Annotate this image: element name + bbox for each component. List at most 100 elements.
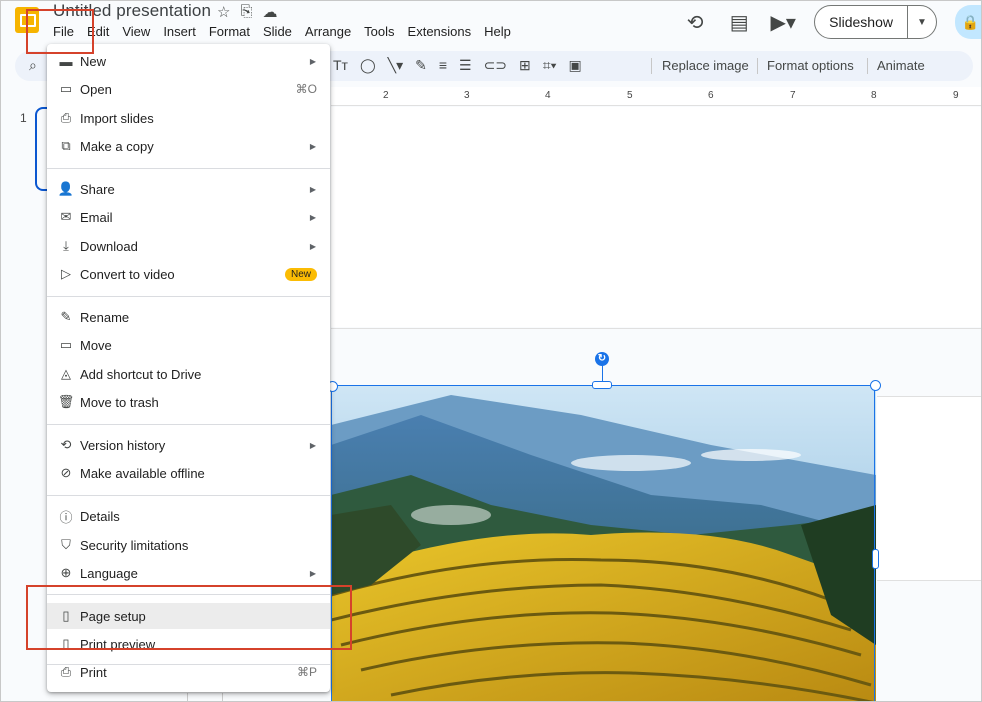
menu-divider — [47, 424, 330, 425]
history-icon[interactable]: ⟲ — [682, 10, 708, 35]
add-comment-icon[interactable]: ⊞ — [519, 57, 531, 74]
star-icon[interactable]: ☆ — [217, 3, 230, 21]
menu-tools[interactable]: Tools — [356, 21, 399, 42]
menu-item-label: Move to trash — [80, 394, 159, 410]
search-menus-icon[interactable]: ⌕ — [29, 57, 37, 74]
replace-image-button[interactable]: Replace image — [662, 58, 749, 73]
menu-item-version-history[interactable]: ⟲ Version history ▶ — [47, 432, 330, 458]
resize-handle-top-right[interactable] — [870, 380, 881, 391]
submenu-arrow-icon: ▶ — [309, 568, 316, 578]
crop-icon[interactable]: ⌗▾ — [543, 57, 557, 74]
email-icon: ✉ — [60, 209, 72, 224]
menu-item-rename[interactable]: ✎ Rename — [47, 304, 330, 330]
new-slides-icon: ▬ — [59, 53, 73, 69]
format-options-button[interactable]: Format options — [767, 58, 854, 73]
menu-item-add-shortcut[interactable]: ◬ Add shortcut to Drive — [47, 361, 330, 387]
menu-item-open[interactable]: ▭ Open ⌘O — [47, 76, 330, 102]
submenu-arrow-icon: ▶ — [309, 184, 316, 194]
download-icon: ⤓ — [63, 238, 69, 253]
ruler-label: 9 — [953, 90, 959, 101]
menu-divider — [47, 168, 330, 169]
toolbar-divider — [757, 58, 758, 74]
menu-item-import-slides[interactable]: ⎙ Import slides — [47, 105, 330, 131]
menu-view[interactable]: View — [114, 21, 155, 42]
toolbar-divider — [867, 58, 868, 74]
border-dash-icon[interactable]: ☰ — [459, 57, 472, 74]
menu-item-language[interactable]: ⊕ Language ▶ — [47, 560, 330, 586]
shortcut-label: ⌘O — [295, 82, 317, 96]
menu-item-label: Download — [80, 238, 138, 254]
menu-item-convert-to-video[interactable]: ▷ Convert to video New — [47, 261, 330, 287]
menu-item-label: Make available offline — [80, 465, 205, 481]
share-lock-icon[interactable]: 🔒 — [955, 5, 981, 39]
offline-icon: ⊘ — [60, 465, 72, 480]
menu-item-share[interactable]: 👤 Share ▶ — [47, 176, 330, 202]
slide-canvas-right[interactable] — [877, 396, 981, 581]
move-to-folder-icon[interactable]: ⎘ — [240, 3, 252, 21]
menu-item-details[interactable]: ⓘ Details — [47, 503, 330, 529]
menu-item-label: Rename — [80, 309, 130, 325]
link-icon[interactable]: ⊂⊃ — [484, 57, 507, 74]
print-icon: ⎙ — [60, 664, 72, 679]
submenu-arrow-icon: ▶ — [309, 241, 316, 251]
rotation-stem — [602, 365, 603, 381]
slide-divider — [331, 328, 981, 329]
menu-item-label: Import slides — [80, 110, 154, 126]
meet-icon[interactable]: ▶▾ — [770, 10, 796, 35]
ruler-label: 8 — [871, 90, 877, 101]
shortcut-label: ⌘P — [296, 665, 317, 679]
menu-item-label: Share — [80, 181, 115, 197]
menu-item-label: Make a copy — [80, 138, 154, 154]
submenu-arrow-icon: ▶ — [309, 212, 316, 222]
ruler-label: 4 — [545, 90, 551, 101]
annotation-box-file-menu — [26, 9, 94, 54]
drive-shortcut-icon: ◬ — [61, 366, 71, 381]
info-icon: ⓘ — [59, 509, 73, 525]
menu-item-label: Convert to video — [80, 266, 175, 282]
menu-insert[interactable]: Insert — [155, 21, 201, 42]
bottom-scroll-stub — [187, 693, 223, 701]
menu-item-print[interactable]: ⎙ Print ⌘P — [47, 659, 330, 685]
menu-item-label: Version history — [80, 437, 166, 453]
menu-item-label: Move — [80, 337, 112, 353]
menu-item-move-to-trash[interactable]: 🗑 Move to trash — [47, 389, 330, 415]
menu-item-make-a-copy[interactable]: ⧉ Make a copy ▶ — [47, 133, 330, 159]
menu-item-make-available-offline[interactable]: ⊘ Make available offline — [47, 460, 330, 486]
submenu-arrow-icon: ▶ — [309, 56, 316, 66]
border-weight-icon[interactable]: ≡ — [439, 57, 447, 74]
slide-canvas[interactable] — [331, 107, 981, 327]
border-color-icon[interactable]: ✎ — [415, 57, 427, 74]
text-box-icon[interactable]: Tт — [333, 57, 348, 74]
rice-terrace-image[interactable] — [331, 385, 876, 701]
horizontal-ruler: 2 3 4 5 6 7 8 9 — [331, 87, 981, 106]
menu-slide[interactable]: Slide — [255, 21, 297, 42]
image-options-icon[interactable]: ▣ — [569, 57, 582, 74]
animate-button[interactable]: Animate — [877, 58, 925, 73]
resize-handle-top[interactable] — [592, 381, 612, 389]
menu-item-label: Open — [80, 81, 112, 97]
shape-icon[interactable]: ◯ — [360, 57, 376, 74]
comments-icon[interactable]: ▤ — [726, 10, 752, 35]
menu-arrange[interactable]: Arrange — [297, 21, 356, 42]
menu-item-move[interactable]: ▭ Move — [47, 332, 330, 358]
ruler-label: 7 — [790, 90, 796, 101]
ruler-label: 2 — [383, 90, 389, 101]
slideshow-button[interactable]: Slideshow — [815, 6, 908, 38]
rotate-handle-icon[interactable]: ↻ — [595, 352, 609, 366]
menu-item-email[interactable]: ✉ Email ▶ — [47, 204, 330, 230]
cloud-status-icon[interactable]: ☁ — [262, 3, 277, 21]
ruler-label: 3 — [464, 90, 470, 101]
menu-extensions[interactable]: Extensions — [400, 21, 477, 42]
menu-help[interactable]: Help — [476, 21, 516, 42]
new-badge: New — [284, 267, 317, 281]
menu-item-label: New — [80, 53, 107, 69]
slideshow-dropdown-icon[interactable]: ▼ — [908, 17, 936, 28]
menu-item-label: Details — [80, 508, 120, 524]
menu-format[interactable]: Format — [201, 21, 255, 42]
resize-handle-right[interactable] — [872, 549, 879, 569]
menu-item-label: Add shortcut to Drive — [80, 366, 202, 382]
menu-item-download[interactable]: ⤓ Download ▶ — [47, 233, 330, 259]
menu-item-label: Email — [80, 209, 113, 225]
line-icon[interactable]: ╲▾ — [388, 57, 403, 74]
menu-item-security-limitations[interactable]: ⛉ Security limitations — [47, 532, 330, 558]
